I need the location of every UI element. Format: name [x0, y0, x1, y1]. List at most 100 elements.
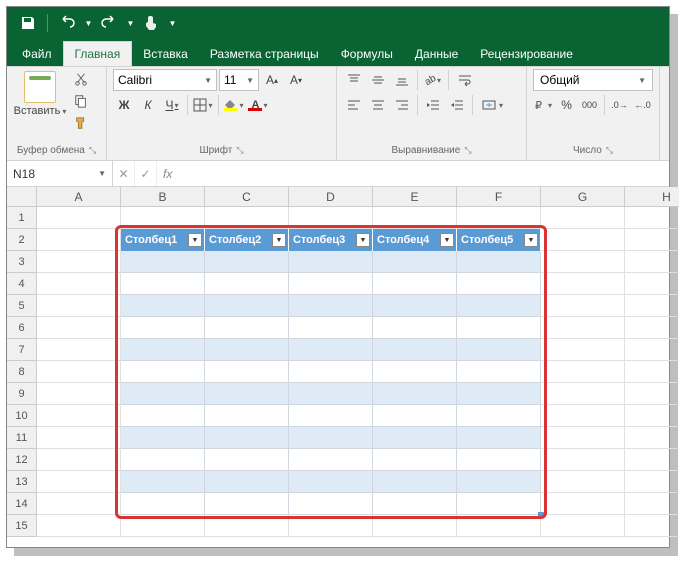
row-header[interactable]: 11: [7, 427, 37, 449]
table-cell[interactable]: [205, 405, 289, 427]
cell[interactable]: [37, 449, 121, 471]
table-cell[interactable]: [373, 405, 457, 427]
table-cell[interactable]: [121, 251, 205, 273]
decrease-decimal-icon[interactable]: ←.0: [632, 94, 653, 116]
cell[interactable]: [541, 295, 625, 317]
align-top-icon[interactable]: [343, 69, 365, 91]
borders-button-icon[interactable]: ▾: [192, 94, 214, 116]
row-header[interactable]: 3: [7, 251, 37, 273]
cell[interactable]: [541, 471, 625, 493]
enter-formula-icon[interactable]: ✓: [135, 161, 157, 186]
align-left-icon[interactable]: [343, 94, 365, 116]
cell[interactable]: [625, 317, 679, 339]
column-header[interactable]: G: [541, 187, 625, 207]
increase-decimal-icon[interactable]: .0→: [609, 94, 630, 116]
cell[interactable]: [37, 405, 121, 427]
column-header[interactable]: F: [457, 187, 541, 207]
table-cell[interactable]: [289, 493, 373, 515]
table-cell[interactable]: [289, 471, 373, 493]
table-cell[interactable]: [289, 405, 373, 427]
row-header[interactable]: 10: [7, 405, 37, 427]
align-bottom-icon[interactable]: [391, 69, 413, 91]
table-cell[interactable]: [373, 273, 457, 295]
table-cell[interactable]: [373, 449, 457, 471]
table-cell[interactable]: [373, 339, 457, 361]
cell[interactable]: [37, 383, 121, 405]
redo-dropdown-icon[interactable]: ▼: [124, 10, 136, 36]
cell[interactable]: [37, 317, 121, 339]
row-header[interactable]: 7: [7, 339, 37, 361]
table-cell[interactable]: [205, 493, 289, 515]
cell[interactable]: [541, 229, 625, 251]
tab-insert[interactable]: Вставка: [132, 42, 199, 66]
table-cell[interactable]: [121, 273, 205, 295]
increase-indent-icon[interactable]: [446, 94, 468, 116]
row-header[interactable]: 5: [7, 295, 37, 317]
cell[interactable]: [121, 207, 205, 229]
column-header[interactable]: E: [373, 187, 457, 207]
cell[interactable]: [37, 493, 121, 515]
cell[interactable]: [625, 515, 679, 537]
font-size-select[interactable]: 11▼: [219, 69, 259, 91]
table-cell[interactable]: [121, 295, 205, 317]
cell[interactable]: [121, 515, 205, 537]
filter-dropdown-icon[interactable]: ▼: [272, 233, 286, 247]
cell[interactable]: [541, 273, 625, 295]
row-header[interactable]: 13: [7, 471, 37, 493]
cell[interactable]: [625, 295, 679, 317]
table-cell[interactable]: [205, 295, 289, 317]
cell[interactable]: [625, 427, 679, 449]
decrease-font-icon[interactable]: A▾: [285, 69, 307, 91]
cell[interactable]: [541, 317, 625, 339]
cell[interactable]: [625, 449, 679, 471]
copy-icon[interactable]: [71, 91, 91, 111]
table-cell[interactable]: [457, 339, 541, 361]
table-cell[interactable]: [121, 449, 205, 471]
table-header-cell[interactable]: Столбец4▼: [373, 229, 457, 251]
table-cell[interactable]: [373, 361, 457, 383]
table-header-cell[interactable]: Столбец1▼: [121, 229, 205, 251]
table-cell[interactable]: [205, 251, 289, 273]
column-header[interactable]: D: [289, 187, 373, 207]
table-cell[interactable]: [289, 427, 373, 449]
cell[interactable]: [541, 405, 625, 427]
cell[interactable]: [37, 273, 121, 295]
cell[interactable]: [37, 515, 121, 537]
cell[interactable]: [457, 207, 541, 229]
cell[interactable]: [625, 471, 679, 493]
row-header[interactable]: 2: [7, 229, 37, 251]
cell[interactable]: [541, 493, 625, 515]
cell[interactable]: [205, 515, 289, 537]
column-header[interactable]: A: [37, 187, 121, 207]
table-cell[interactable]: [121, 317, 205, 339]
table-cell[interactable]: [457, 295, 541, 317]
cell[interactable]: [625, 405, 679, 427]
cell[interactable]: [205, 207, 289, 229]
table-header-cell[interactable]: Столбец2▼: [205, 229, 289, 251]
row-header[interactable]: 8: [7, 361, 37, 383]
percent-format-icon[interactable]: %: [556, 94, 577, 116]
filter-dropdown-icon[interactable]: ▼: [356, 233, 370, 247]
tab-file[interactable]: Файл: [11, 42, 63, 66]
cell[interactable]: [625, 493, 679, 515]
cell[interactable]: [541, 427, 625, 449]
table-cell[interactable]: [373, 295, 457, 317]
table-cell[interactable]: [373, 317, 457, 339]
table-cell[interactable]: [289, 361, 373, 383]
table-cell[interactable]: [289, 383, 373, 405]
table-cell[interactable]: [457, 405, 541, 427]
merge-cells-button[interactable]: ▾: [477, 94, 508, 116]
table-cell[interactable]: [205, 317, 289, 339]
cell[interactable]: [37, 339, 121, 361]
table-cell[interactable]: [121, 383, 205, 405]
cell[interactable]: [37, 471, 121, 493]
paste-button[interactable]: Вставить▾: [13, 69, 67, 117]
cell[interactable]: [541, 361, 625, 383]
number-dialog-icon[interactable]: ⤡: [606, 145, 613, 156]
table-cell[interactable]: [289, 295, 373, 317]
italic-button[interactable]: К: [137, 94, 159, 116]
table-cell[interactable]: [121, 405, 205, 427]
row-header[interactable]: 15: [7, 515, 37, 537]
table-cell[interactable]: [373, 383, 457, 405]
table-header-cell[interactable]: Столбец3▼: [289, 229, 373, 251]
